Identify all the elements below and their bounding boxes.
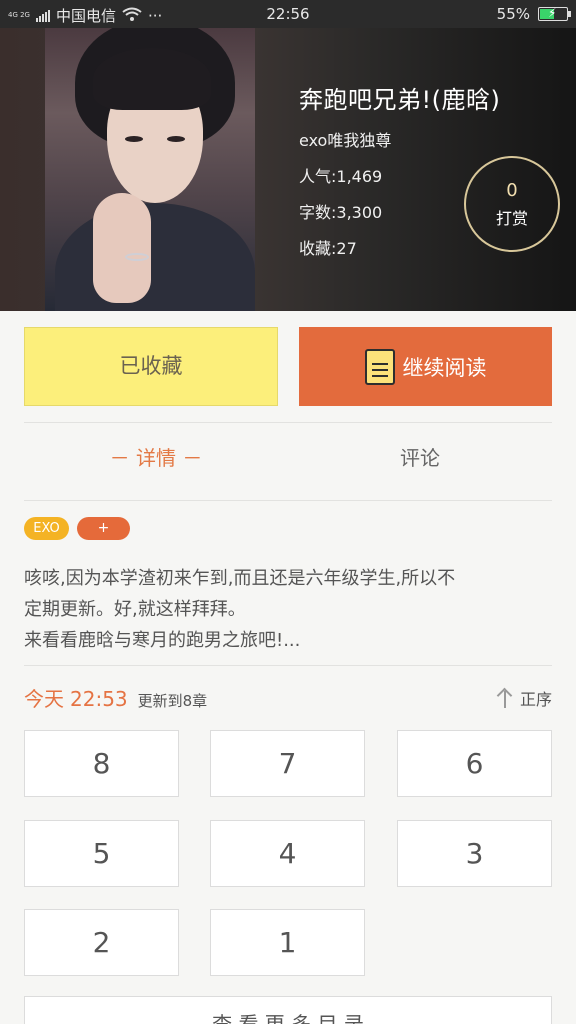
sort-label: 正序: [519, 690, 552, 709]
status-time: 22:56: [266, 5, 310, 23]
status-bar: 4G 2G 中国电信 ··· 22:56 55% ⚡: [0, 0, 576, 28]
reward-count: 0: [506, 180, 518, 201]
favorite-button[interactable]: 已收藏: [24, 327, 278, 406]
battery-icon: ⚡: [538, 6, 571, 21]
chapter-button-6[interactable]: 6: [397, 730, 552, 797]
description-line: 定期更新。好,就这样拜拜。: [24, 599, 246, 620]
divider: [24, 500, 552, 501]
book-info: 奔跑吧兄弟!(鹿晗) exo唯我独尊 人气:1,469 字数:3,300 收藏:…: [299, 80, 500, 259]
description-line: 咳咳,因为本学渣初来乍到,而且还是六年级学生,所以不: [24, 568, 456, 589]
book-description: 咳咳,因为本学渣初来乍到,而且还是六年级学生,所以不 定期更新。好,就这样拜拜。…: [24, 563, 554, 656]
description-line: 来看看鹿晗与寒月的跑男之旅吧!...: [24, 630, 301, 651]
update-time: 22:53: [70, 687, 128, 711]
sort-order-button[interactable]: 正序: [496, 686, 552, 710]
update-text: 更新到8章: [137, 692, 208, 710]
tab-comments[interactable]: 评论: [288, 442, 552, 471]
divider: [24, 665, 552, 666]
book-icon: [364, 348, 395, 385]
update-day: 今天: [24, 687, 64, 711]
chapter-button-8[interactable]: 8: [24, 730, 179, 797]
reward-label: 打赏: [495, 209, 528, 228]
view-more-chapters-button[interactable]: —— 查 看 更 多 目 录 ——: [24, 996, 552, 1024]
arrow-up-icon: [496, 688, 514, 708]
update-info: 今天 22:53 更新到8章: [24, 683, 207, 712]
add-tag-button[interactable]: +: [77, 517, 130, 540]
chapter-button-5[interactable]: 5: [24, 820, 179, 887]
book-favorites: 收藏:27: [299, 239, 357, 258]
tag-exo[interactable]: EXO: [24, 517, 69, 540]
reward-button[interactable]: 0 打赏: [464, 156, 560, 252]
chapter-button-1[interactable]: 1: [210, 909, 365, 976]
book-author[interactable]: exo唯我独尊: [299, 127, 500, 151]
tab-detail[interactable]: － 详情 －: [24, 442, 288, 471]
continue-reading-button[interactable]: 继续阅读: [299, 327, 552, 406]
status-bar-right: 55% ⚡: [496, 5, 571, 23]
chapter-button-2[interactable]: 2: [24, 909, 179, 976]
divider: [24, 422, 552, 423]
chapter-button-7[interactable]: 7: [210, 730, 365, 797]
chapter-button-3[interactable]: 3: [397, 820, 552, 887]
continue-reading-label: 继续阅读: [402, 355, 487, 380]
chapter-button-4[interactable]: 4: [210, 820, 365, 887]
book-header: 奔跑吧兄弟!(鹿晗) exo唯我独尊 人气:1,469 字数:3,300 收藏:…: [0, 28, 576, 311]
book-cover-image[interactable]: [45, 28, 255, 311]
book-title: 奔跑吧兄弟!(鹿晗): [299, 86, 501, 114]
battery-percent: 55%: [496, 5, 530, 23]
